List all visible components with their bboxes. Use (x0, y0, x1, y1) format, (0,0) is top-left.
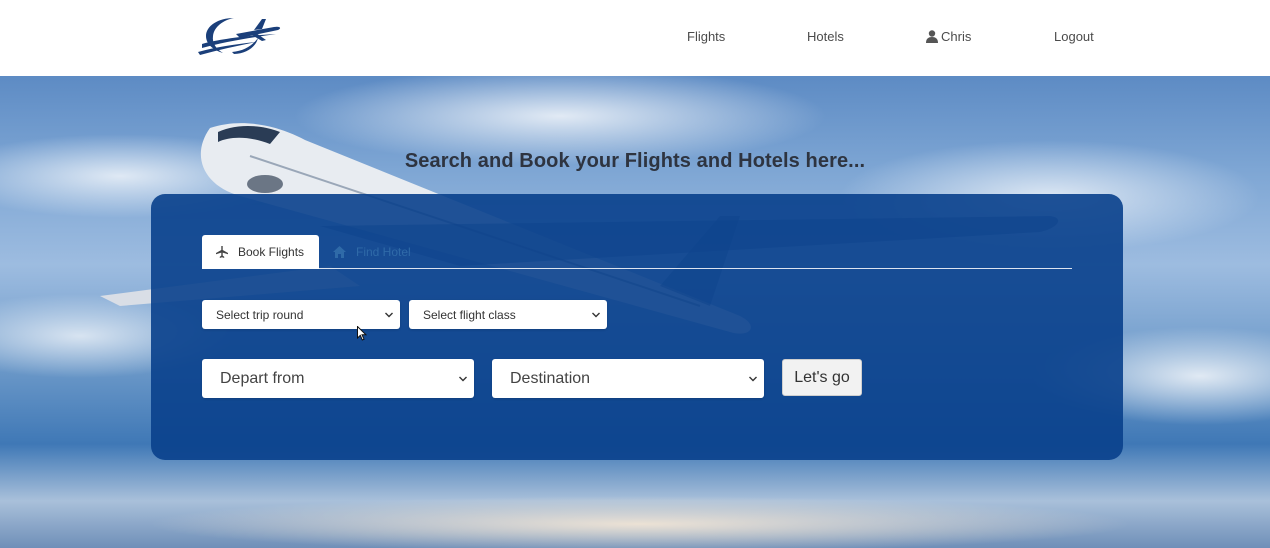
depart-from-value: Depart from (220, 369, 305, 387)
destination-select[interactable]: Destination (492, 359, 764, 398)
chevron-down-icon (385, 312, 393, 317)
tab-find-hotel[interactable]: Find Hotel (333, 235, 443, 269)
page-title: Search and Book your Flights and Hotels … (404, 150, 866, 172)
destination-value: Destination (510, 369, 591, 387)
top-navbar: Flights Hotels Chris Logout (0, 0, 1270, 76)
chevron-down-icon (459, 376, 467, 381)
user-name: Chris (941, 29, 972, 44)
tab-book-flights-label: Book Flights (238, 245, 305, 259)
nav-flights-link[interactable]: Flights (687, 29, 725, 44)
depart-from-select[interactable]: Depart from (202, 359, 474, 398)
airplane-icon (216, 246, 228, 258)
trip-round-value: Select trip round (216, 307, 304, 322)
chevron-down-icon (749, 376, 757, 381)
airline-logo[interactable] (196, 14, 286, 58)
mouse-cursor-icon (357, 326, 367, 341)
nav-user-link[interactable]: Chris (926, 29, 971, 44)
search-panel: Book Flights Find Hotel Select trip roun… (151, 194, 1123, 460)
user-icon (926, 30, 938, 43)
nav-hotels-link[interactable]: Hotels (807, 29, 844, 44)
tab-find-hotel-label: Find Hotel (356, 245, 411, 259)
tab-book-flights[interactable]: Book Flights (202, 235, 319, 269)
hero-background: Search and Book your Flights and Hotels … (0, 76, 1270, 548)
nav-logout-link[interactable]: Logout (1054, 29, 1094, 44)
flight-class-value: Select flight class (423, 307, 516, 322)
home-icon (333, 246, 346, 258)
flight-class-select[interactable]: Select flight class (409, 300, 607, 329)
lets-go-button[interactable]: Let's go (782, 359, 862, 396)
trip-round-select[interactable]: Select trip round (202, 300, 400, 329)
chevron-down-icon (592, 312, 600, 317)
